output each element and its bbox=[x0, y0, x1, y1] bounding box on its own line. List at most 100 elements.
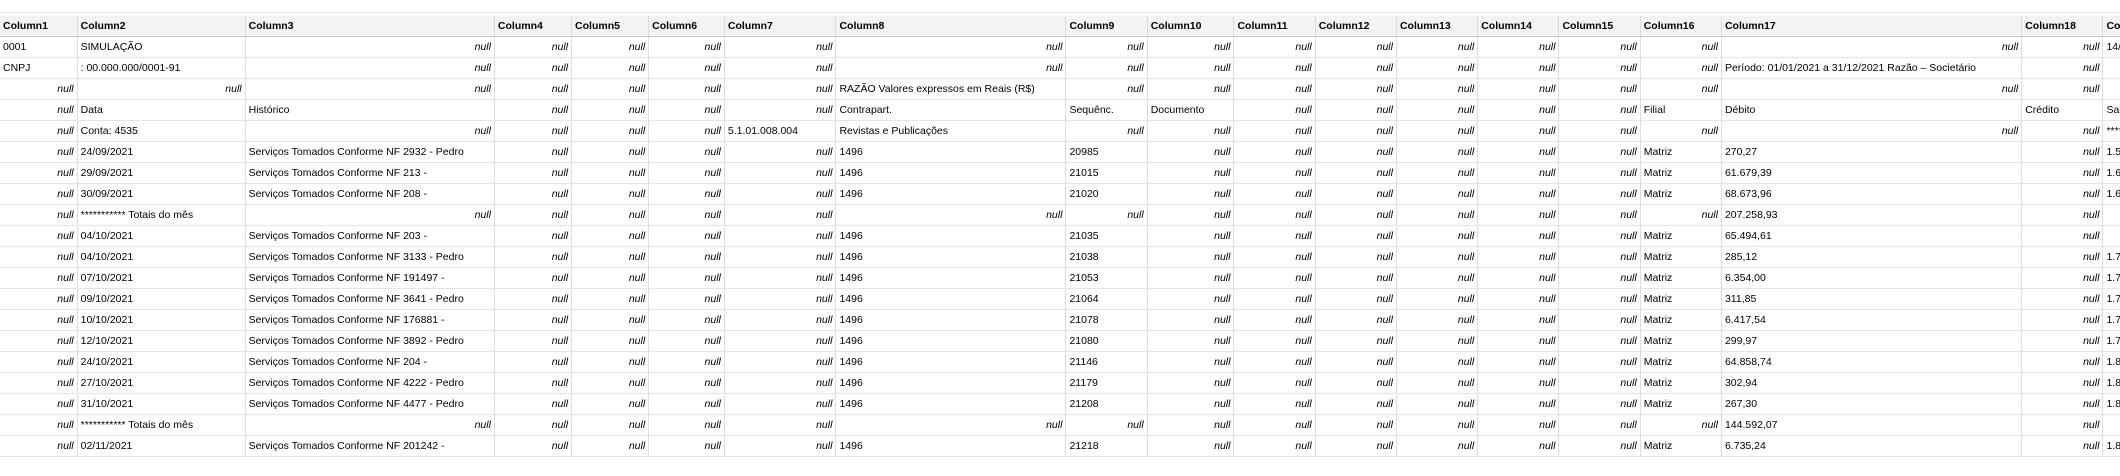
table-cell[interactable]: null bbox=[0, 246, 78, 268]
table-cell[interactable]: null bbox=[1396, 414, 1479, 436]
table-cell[interactable]: 285,12 bbox=[1721, 246, 2023, 268]
table-cell[interactable]: Matriz bbox=[1640, 141, 1722, 163]
table-cell[interactable]: null bbox=[1147, 288, 1235, 310]
table-cell[interactable]: SIMULAÇÃO bbox=[77, 36, 246, 58]
table-row[interactable]: null 07/10/2021 Serviços Tomados Conforme … bbox=[0, 267, 2120, 289]
table-cell[interactable]: null bbox=[1396, 393, 1479, 415]
table-cell[interactable]: 10/10/2021 bbox=[77, 309, 246, 331]
table-cell[interactable]: null bbox=[1477, 351, 1560, 373]
table-cell[interactable]: null bbox=[494, 414, 573, 436]
table-cell[interactable]: null bbox=[494, 162, 573, 184]
table-cell[interactable]: null bbox=[0, 162, 78, 184]
table-cell[interactable]: null bbox=[571, 78, 650, 100]
table-cell[interactable]: 207.258,93 bbox=[1721, 204, 2023, 226]
table-cell[interactable]: null bbox=[1477, 246, 1560, 268]
table-cell[interactable]: null bbox=[648, 393, 725, 415]
table-cell[interactable]: null bbox=[494, 267, 573, 289]
table-cell[interactable]: null bbox=[1233, 162, 1316, 184]
table-cell[interactable]: *********** Totais do mês bbox=[77, 204, 246, 226]
table-cell[interactable]: null bbox=[2102, 414, 2120, 436]
table-cell[interactable]: null bbox=[1477, 288, 1560, 310]
table-cell[interactable]: null bbox=[724, 204, 837, 226]
table-cell[interactable]: null bbox=[1396, 204, 1479, 226]
column-header[interactable]: Column bbox=[2102, 16, 2120, 37]
table-cell[interactable]: null bbox=[724, 78, 837, 100]
table-cell[interactable]: null bbox=[1233, 78, 1316, 100]
table-cell[interactable]: 1496 bbox=[835, 393, 1067, 415]
table-cell[interactable]: null bbox=[2102, 204, 2120, 226]
table-cell[interactable]: null bbox=[1558, 183, 1641, 205]
table-cell[interactable]: null bbox=[1558, 99, 1641, 121]
table-cell[interactable]: null bbox=[1477, 330, 1560, 352]
table-cell[interactable]: null bbox=[648, 225, 725, 247]
table-cell[interactable]: Matriz bbox=[1640, 246, 1722, 268]
table-cell[interactable]: null bbox=[571, 288, 650, 310]
table-cell[interactable]: null bbox=[2102, 57, 2120, 79]
table-cell[interactable]: null bbox=[1315, 351, 1397, 373]
table-cell[interactable]: null bbox=[648, 36, 725, 58]
table-cell[interactable]: 1.744.2 bbox=[2102, 246, 2120, 268]
table-cell[interactable]: null bbox=[1396, 267, 1479, 289]
table-row[interactable]: null 04/10/2021 Serviços Tomados Conforme … bbox=[0, 246, 2120, 268]
table-cell[interactable]: null bbox=[0, 141, 78, 163]
table-cell[interactable]: null bbox=[0, 78, 78, 100]
table-cell[interactable]: null bbox=[571, 99, 650, 121]
table-cell[interactable]: 21053 bbox=[1065, 267, 1148, 289]
table-cell[interactable]: null bbox=[494, 330, 573, 352]
table-cell[interactable]: null bbox=[724, 36, 837, 58]
table-cell[interactable]: null bbox=[1558, 246, 1641, 268]
table-cell[interactable]: null bbox=[1233, 36, 1316, 58]
table-cell[interactable]: null bbox=[1640, 120, 1722, 142]
table-cell[interactable]: 21064 bbox=[1065, 288, 1148, 310]
table-cell[interactable]: 5.1.01.008.004 bbox=[724, 120, 837, 142]
table-cell[interactable]: 1.757.3 bbox=[2102, 309, 2120, 331]
table-cell[interactable]: null bbox=[1147, 36, 1235, 58]
table-cell[interactable]: null bbox=[2021, 372, 2104, 394]
table-cell[interactable]: null bbox=[648, 309, 725, 331]
table-cell[interactable]: Histórico bbox=[245, 99, 495, 121]
table-cell[interactable]: Serviços Tomados Conforme NF 203 - bbox=[245, 225, 495, 247]
table-cell[interactable]: null bbox=[0, 309, 78, 331]
table-cell[interactable]: *****C bbox=[2102, 120, 2120, 142]
table-cell[interactable]: null bbox=[724, 330, 837, 352]
table-row[interactable]: null 29/09/2021 Serviços Tomados Conforme … bbox=[0, 162, 2120, 184]
table-cell[interactable]: Serviços Tomados Conforme NF 213 - bbox=[245, 162, 495, 184]
table-cell[interactable]: null bbox=[1315, 288, 1397, 310]
table-cell[interactable]: null bbox=[1065, 78, 1148, 100]
table-cell[interactable]: null bbox=[1233, 393, 1316, 415]
table-cell[interactable]: null bbox=[571, 36, 650, 58]
table-cell[interactable]: null bbox=[1315, 36, 1397, 58]
table-cell[interactable]: null bbox=[835, 36, 1067, 58]
table-cell[interactable]: null bbox=[648, 120, 725, 142]
table-cell[interactable]: Serviços Tomados Conforme NF 191497 - bbox=[245, 267, 495, 289]
table-cell[interactable]: null bbox=[724, 267, 837, 289]
table-cell[interactable]: null bbox=[1147, 78, 1235, 100]
table-cell[interactable]: null bbox=[1147, 225, 1235, 247]
table-row[interactable]: null 27/10/2021 Serviços Tomados Conforme … bbox=[0, 372, 2120, 394]
table-cell[interactable]: null bbox=[1315, 267, 1397, 289]
table-cell[interactable]: 299,97 bbox=[1721, 330, 2023, 352]
column-header[interactable]: Column6 bbox=[648, 16, 725, 37]
table-cell[interactable]: null bbox=[2021, 351, 2104, 373]
table-cell[interactable]: null bbox=[1315, 99, 1397, 121]
table-cell[interactable]: null bbox=[1640, 36, 1722, 58]
table-cell[interactable]: Matriz bbox=[1640, 267, 1722, 289]
table-cell[interactable]: Serviços Tomados Conforme NF 3641 - Pedr… bbox=[245, 288, 495, 310]
table-cell[interactable]: null bbox=[1558, 78, 1641, 100]
table-row[interactable]: null *********** Totais do mês null null nul… bbox=[0, 414, 2120, 436]
column-header[interactable]: Column17 bbox=[1721, 16, 2023, 37]
table-cell[interactable]: 1496 bbox=[835, 288, 1067, 310]
table-cell[interactable]: null bbox=[1233, 204, 1316, 226]
table-cell[interactable]: Serviços Tomados Conforme NF 176881 - bbox=[245, 309, 495, 331]
table-cell[interactable]: 14/07/2 bbox=[2102, 36, 2120, 58]
table-cell[interactable]: null bbox=[648, 204, 725, 226]
table-cell[interactable]: null bbox=[571, 435, 650, 457]
table-cell[interactable]: null bbox=[1558, 57, 1641, 79]
table-cell[interactable]: 12/10/2021 bbox=[77, 330, 246, 352]
table-cell[interactable]: null bbox=[1396, 183, 1479, 205]
table-cell[interactable]: null bbox=[2021, 57, 2104, 79]
table-cell[interactable]: null bbox=[1233, 120, 1316, 142]
table-cell[interactable]: 1496 bbox=[835, 372, 1067, 394]
table-cell[interactable]: null bbox=[1477, 183, 1560, 205]
table-cell[interactable]: *********** Totais do mês bbox=[77, 414, 246, 436]
